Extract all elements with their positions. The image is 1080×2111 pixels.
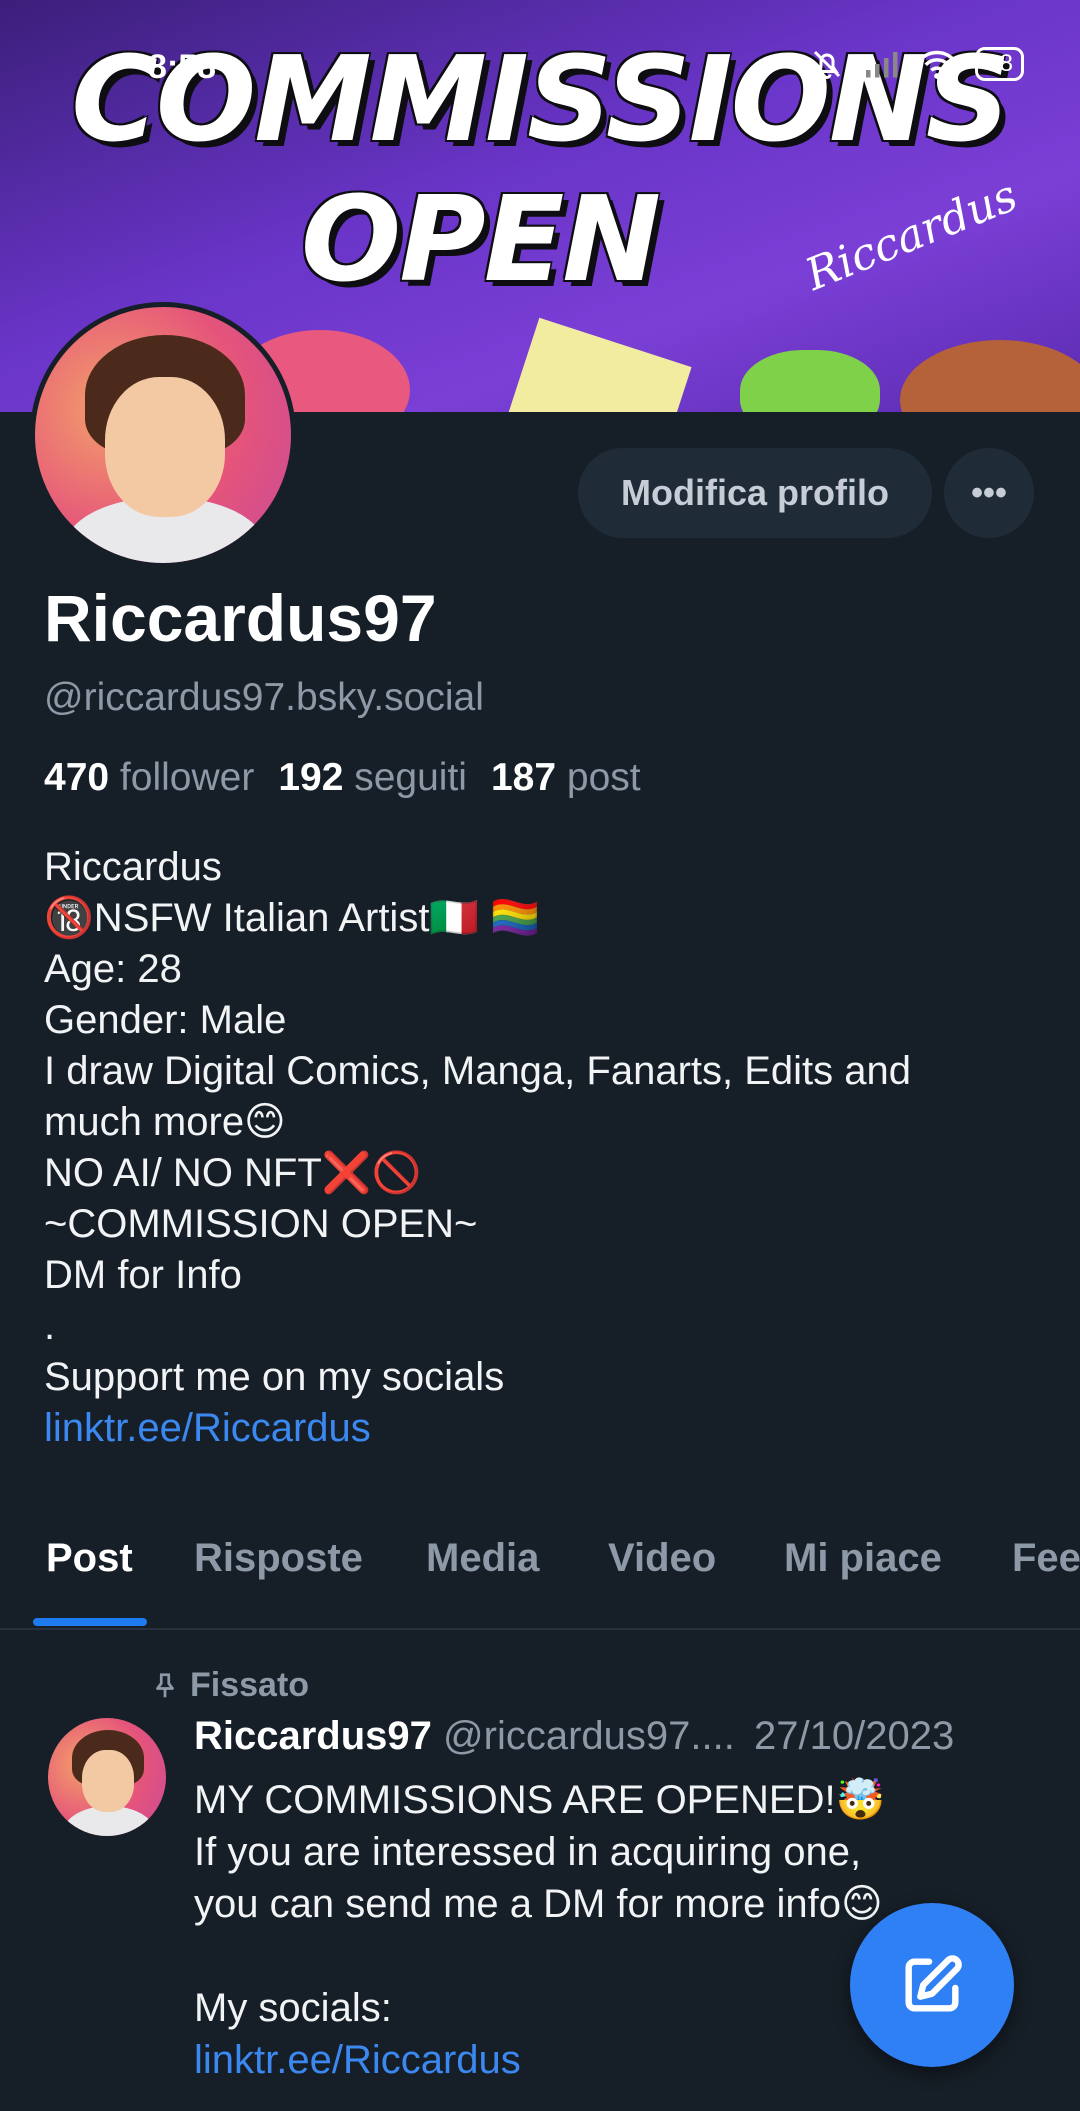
- pinned-label: Fissato: [190, 1666, 310, 1704]
- battery-indicator: 38: [975, 47, 1024, 81]
- post-header: Riccardus97 @riccardus97.... 27/10/2023: [194, 1714, 1044, 1759]
- tab-media[interactable]: Media: [426, 1536, 539, 1581]
- active-tab-indicator: [33, 1618, 147, 1626]
- post-date[interactable]: 27/10/2023: [754, 1714, 954, 1758]
- status-icons: 38: [809, 46, 1024, 82]
- wifi-icon: [920, 50, 955, 79]
- banner-art-shape: [740, 350, 880, 412]
- banner-art-shape: [900, 340, 1080, 412]
- compose-icon: [905, 1955, 962, 2012]
- bio-line: Riccardus: [44, 845, 222, 889]
- profile-stats: 470 follower 192 seguiti 187 post: [44, 756, 641, 800]
- bio-line: Support me on my socials: [44, 1355, 505, 1399]
- profile-display-name: Riccardus97: [44, 581, 437, 655]
- post-author-name[interactable]: Riccardus97: [194, 1714, 432, 1758]
- bio-line: Age: 28: [44, 947, 182, 991]
- bio-line: DM for Info: [44, 1253, 242, 1297]
- following-stat[interactable]: 192 seguiti: [278, 756, 467, 800]
- pinned-indicator: Fissato: [150, 1666, 309, 1705]
- bio-line: ~COMMISSION OPEN~: [44, 1202, 478, 1246]
- bio-line: NO AI/ NO NFT❌🚫: [44, 1151, 422, 1195]
- status-time: 8:58: [148, 48, 217, 86]
- tab-mi-piace[interactable]: Mi piace: [784, 1536, 942, 1581]
- bio-link[interactable]: linktr.ee/Riccardus: [44, 1403, 1044, 1454]
- tab-video[interactable]: Video: [608, 1536, 716, 1581]
- posts-label: post: [566, 756, 641, 799]
- signal-icon: [866, 52, 898, 78]
- post-text-line: MY COMMISSIONS ARE OPENED!🤯: [194, 1778, 886, 1822]
- followers-label: follower: [119, 756, 255, 799]
- bio-line: I draw Digital Comics, Manga, Fanarts, E…: [44, 1049, 912, 1093]
- followers-stat[interactable]: 470 follower: [44, 756, 254, 800]
- bio-line: 🔞NSFW Italian Artist🇮🇹 🏳️‍🌈: [44, 896, 541, 940]
- muted-bell-icon: [814, 50, 841, 79]
- compose-post-button[interactable]: [850, 1903, 1014, 2067]
- bio-line: much more😊: [44, 1100, 286, 1144]
- post-author-avatar[interactable]: [48, 1718, 166, 1836]
- edit-profile-button[interactable]: Modifica profilo: [578, 448, 932, 538]
- profile-handle: @riccardus97.bsky.social: [44, 676, 484, 719]
- post-author-handle[interactable]: @riccardus97....: [443, 1714, 735, 1758]
- more-options-button[interactable]: •••: [944, 448, 1034, 538]
- post-text-line: If you are interessed in acquiring one,: [194, 1830, 862, 1874]
- bio-line: .: [44, 1304, 56, 1348]
- pin-icon: [156, 1672, 174, 1697]
- posts-stat: 187 post: [491, 756, 641, 800]
- tab-feeds[interactable]: Fee: [1012, 1536, 1080, 1581]
- tab-risposte[interactable]: Risposte: [194, 1536, 363, 1581]
- profile-tabs: Post Risposte Media Video Mi piace Fee: [0, 1512, 1080, 1630]
- tab-post[interactable]: Post: [46, 1536, 133, 1581]
- followers-count: 470: [44, 756, 110, 799]
- banner-art-shape: [508, 317, 692, 412]
- profile-avatar[interactable]: [30, 302, 296, 568]
- profile-bio: Riccardus 🔞NSFW Italian Artist🇮🇹 🏳️‍🌈 Ag…: [44, 842, 1044, 1454]
- following-count: 192: [278, 756, 344, 799]
- following-label: seguiti: [354, 756, 467, 799]
- bio-line: Gender: Male: [44, 998, 287, 1042]
- posts-count: 187: [490, 756, 557, 799]
